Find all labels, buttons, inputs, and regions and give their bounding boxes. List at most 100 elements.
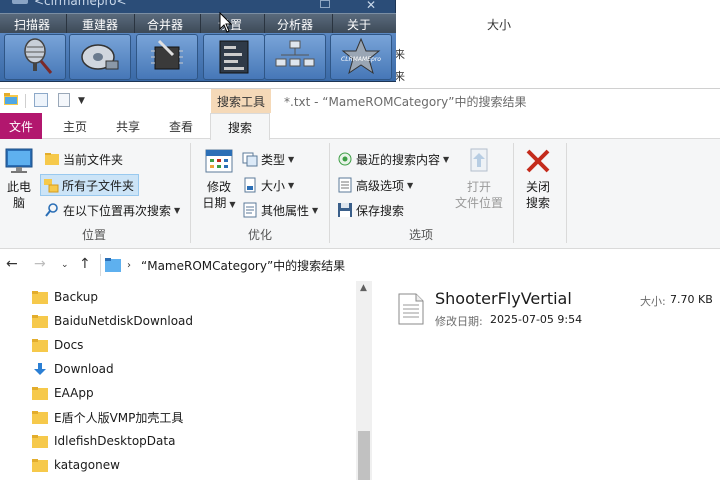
text-file-icon xyxy=(398,293,424,325)
all-subfolders-button[interactable]: 所有子文件夹 xyxy=(40,174,140,196)
nav-item-baidunetdiskdownload[interactable]: BaiduNetdiskDownload xyxy=(32,309,193,333)
other-properties-button[interactable]: 其他属性 ▼ xyxy=(240,199,322,221)
settings-panel-icon xyxy=(219,40,249,74)
nav-item-idlefishdesktopdata[interactable]: IdlefishDesktopData xyxy=(32,429,175,453)
nav-item-label: BaiduNetdiskDownload xyxy=(54,314,194,328)
up-arrow-icon[interactable]: ↑ xyxy=(79,256,91,272)
recent-searches-button[interactable]: 最近的搜索内容 ▼ xyxy=(335,148,453,170)
navigation-pane: Backup BaiduNetdiskDownload Docs Downloa… xyxy=(0,281,372,480)
menu-scanner[interactable]: 扫描器 xyxy=(14,16,50,33)
date-modified-label-2-text: 日期 xyxy=(202,196,227,210)
open-file-location-button[interactable]: 打开 文件位置 xyxy=(451,145,507,211)
kind-button[interactable]: 类型 ▼ xyxy=(240,148,298,170)
scroll-up-icon[interactable]: ▲ xyxy=(360,283,367,293)
size-button[interactable]: 大小 ▼ xyxy=(240,174,298,196)
settings-button[interactable] xyxy=(203,34,265,80)
clrmamepro-titlebar[interactable]: <clrmamepro< xyxy=(0,0,396,10)
menu-analyzer[interactable]: 分析器 xyxy=(277,16,313,33)
nav-item-download[interactable]: Download xyxy=(32,357,114,381)
tab-share[interactable]: 共享 xyxy=(106,113,150,139)
menu-rebuilder[interactable]: 重建器 xyxy=(82,16,118,33)
forward-arrow-icon[interactable]: → xyxy=(34,256,46,272)
kind-label: 类型 xyxy=(261,152,286,167)
menu-merger[interactable]: 合并器 xyxy=(147,16,183,33)
nav-item-backup[interactable]: Backup xyxy=(32,285,98,309)
nav-item-vmp-tool[interactable]: E盾个人版VMP加壳工具 xyxy=(32,405,183,429)
chevron-down-icon: ▼ xyxy=(229,200,236,209)
menu-about[interactable]: 关于 xyxy=(347,16,371,33)
close-search-button[interactable]: 关闭 搜索 xyxy=(523,145,553,211)
menu-separator xyxy=(332,14,333,34)
search-again-in-button[interactable]: 在以下位置再次搜索 ▼ xyxy=(42,199,184,221)
rebuilder-button[interactable] xyxy=(69,34,131,80)
nav-item-label: Docs xyxy=(54,338,84,352)
nav-item-label: Backup xyxy=(54,290,98,304)
options-group-label: 选项 xyxy=(408,228,433,242)
file-size-value: 7.70 KB xyxy=(670,293,713,306)
microphone-scanner-icon xyxy=(24,38,53,74)
scanner-button[interactable] xyxy=(4,34,66,80)
chevron-down-icon: ▼ xyxy=(288,154,295,164)
titlebar[interactable]: ▼ 搜索工具 *.txt - “MameROMCategory”中的搜索结果 xyxy=(0,89,720,113)
tab-file[interactable]: 文件 xyxy=(0,113,42,139)
maximize-icon[interactable] xyxy=(320,0,330,8)
chevron-down-icon: ▼ xyxy=(407,180,414,190)
save-search-button[interactable]: 保存搜索 xyxy=(335,199,408,221)
recent-searches-label: 最近的搜索内容 xyxy=(356,152,441,167)
customize-toolbar-icon[interactable]: ▼ xyxy=(78,96,85,106)
analyzer-button[interactable] xyxy=(264,34,326,80)
size-column-header[interactable]: 大小 xyxy=(487,16,511,33)
network-tree-icon xyxy=(275,40,315,67)
close-icon[interactable]: ✕ xyxy=(366,0,376,12)
size-label: 大小 xyxy=(261,178,286,193)
chevron-down-icon: ▼ xyxy=(443,154,450,164)
file-name: ShooterFlyVertial xyxy=(435,289,572,308)
properties-check-icon[interactable] xyxy=(34,93,48,107)
merger-button[interactable] xyxy=(136,34,198,80)
advanced-options-label: 高级选项 xyxy=(356,178,405,193)
options-group: 最近的搜索内容 ▼ 高级选项 ▼ 保存搜索 打开 文件位置 选项 xyxy=(331,139,511,247)
open-location-icon xyxy=(470,148,488,172)
chevron-down-icon: ▼ xyxy=(312,205,319,215)
back-arrow-icon[interactable]: ← xyxy=(6,256,18,272)
about-button[interactable]: CLRMAMEpro xyxy=(330,34,392,80)
address-text: “MameROMCategory”中的搜索结果 xyxy=(141,258,346,273)
group-separator xyxy=(329,143,330,243)
nav-item-docs[interactable]: Docs xyxy=(32,333,83,357)
clrmamepro-window[interactable]: <clrmamepro< ✕ 扫描器 重建器 合并器 设置 分析器 关于 CLR… xyxy=(0,0,396,82)
search-tools-context-header: 搜索工具 xyxy=(211,89,271,113)
advanced-options-button[interactable]: 高级选项 ▼ xyxy=(335,174,417,196)
size-icon xyxy=(244,177,256,193)
date-modified-button[interactable]: 修改 日期 ▼ xyxy=(198,145,240,213)
chevron-down-icon: ▼ xyxy=(288,180,295,190)
nav-item-eaapp[interactable]: EAApp xyxy=(32,381,94,405)
chevron-down-icon: ▼ xyxy=(174,205,181,215)
nav-item-label: IdlefishDesktopData xyxy=(54,434,176,448)
current-folder-button[interactable]: 当前文件夹 xyxy=(42,148,127,170)
date-modified-label-2: 日期 ▼ xyxy=(202,195,235,213)
tab-view[interactable]: 查看 xyxy=(158,113,204,139)
date-modified-label-1: 修改 xyxy=(206,180,231,194)
nav-item-label: katagonew xyxy=(54,458,120,472)
search-result-item[interactable]: ShooterFlyVertial 修改日期: 2025-07-05 9:54 … xyxy=(398,289,720,333)
kind-icon xyxy=(242,152,258,167)
properties-icon xyxy=(243,202,257,218)
tab-search[interactable]: 搜索 xyxy=(210,113,270,140)
recent-locations-icon[interactable]: ⌄ xyxy=(61,260,69,270)
scrollbar-thumb[interactable] xyxy=(358,431,370,480)
new-folder-icon[interactable] xyxy=(58,93,70,107)
search-results-pane: ShooterFlyVertial 修改日期: 2025-07-05 9:54 … xyxy=(372,281,720,480)
breadcrumb-chevron-icon[interactable]: › xyxy=(127,260,131,271)
open-location-label-1: 打开 xyxy=(466,180,491,194)
advanced-options-icon xyxy=(338,177,352,193)
logo-text: CLRMAMEpro xyxy=(341,56,381,63)
save-icon xyxy=(338,203,352,217)
refine-group-label: 优化 xyxy=(247,228,272,242)
clrmamepro-title: <clrmamepro< xyxy=(34,0,127,8)
nav-item-katagonew[interactable]: katagonew xyxy=(32,453,120,477)
address-bar[interactable]: › “MameROMCategory”中的搜索结果 xyxy=(100,254,720,276)
search-again-label: 在以下位置再次搜索 xyxy=(63,203,172,218)
tab-home[interactable]: 主页 xyxy=(52,113,98,139)
this-pc-button[interactable]: 此电脑 xyxy=(4,145,34,211)
all-subfolders-label: 所有子文件夹 xyxy=(62,178,135,193)
